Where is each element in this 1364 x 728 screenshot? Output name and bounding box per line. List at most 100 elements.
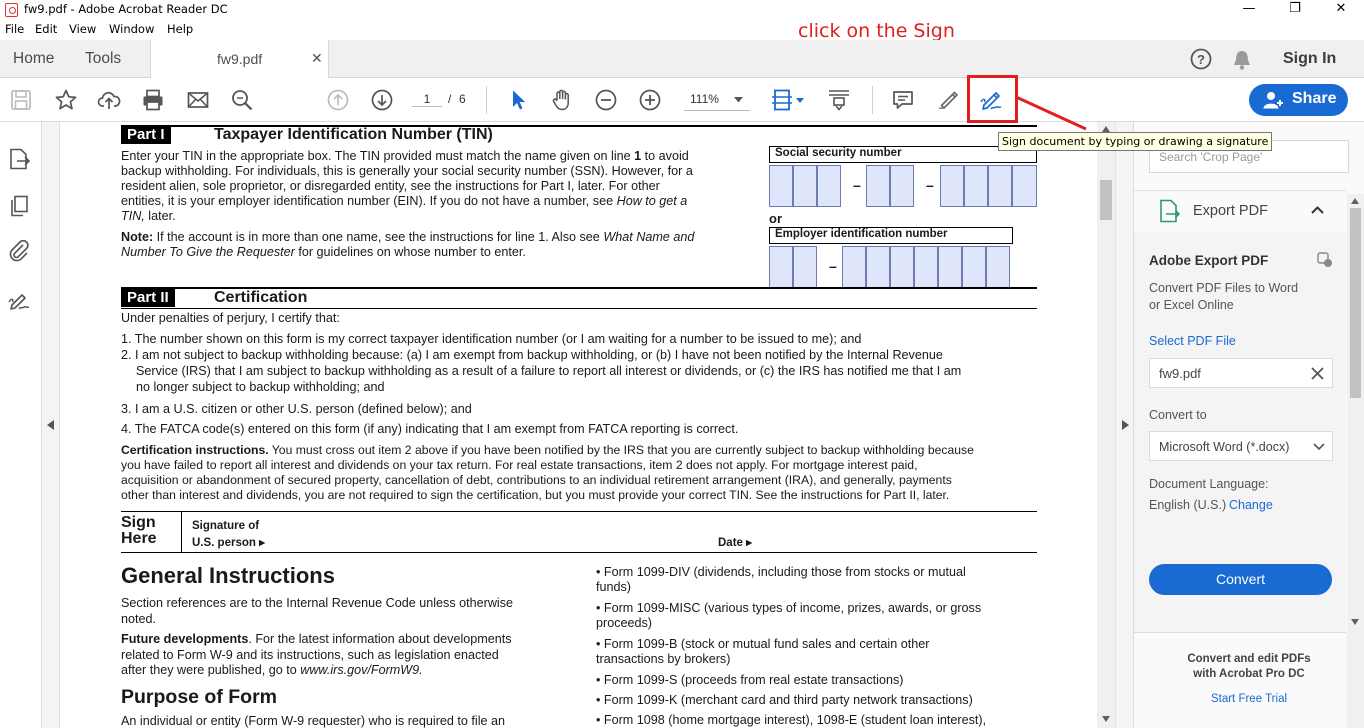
or-label: or [769, 211, 782, 226]
future-dev-line: related to Form W-9 and its instructions… [121, 648, 499, 662]
clear-file-icon[interactable] [1311, 367, 1324, 380]
ein-digit-field[interactable] [914, 246, 938, 288]
close-window-button[interactable]: ✕ [1318, 0, 1364, 20]
form-bullet: • Form 1099-S (proceeds from real estate… [596, 673, 904, 687]
sign-in-button[interactable]: Sign In [1283, 40, 1336, 78]
menu-file[interactable]: File [5, 22, 24, 36]
acrobat-app-icon [5, 3, 18, 17]
form-bullet-cont: transactions by brokers) [596, 652, 731, 666]
tab-document-label: fw9.pdf [217, 51, 263, 67]
panel-scroll-up-icon[interactable] [1351, 198, 1359, 204]
svg-text:?: ? [1197, 52, 1205, 67]
convert-button[interactable]: Convert [1149, 564, 1332, 595]
ein-digit-field[interactable] [938, 246, 962, 288]
bookmark-star-icon[interactable] [54, 88, 78, 112]
window-title-bar: fw9.pdf - Adobe Acrobat Reader DC — ❐ ✕ [0, 0, 1364, 20]
upload-cloud-icon[interactable] [97, 88, 121, 112]
menu-help[interactable]: Help [167, 22, 193, 36]
tab-close-icon[interactable]: ✕ [311, 50, 323, 67]
part2-tag: Part II [121, 289, 175, 307]
ein-digit-field[interactable] [793, 246, 817, 288]
ssn-digit-field[interactable] [1012, 165, 1037, 207]
help-icon[interactable]: ? [1190, 48, 1212, 70]
hand-tool-icon[interactable] [550, 88, 574, 112]
panel-scrollbar-thumb[interactable] [1350, 208, 1361, 398]
cert-instructions-line: other than interest and dividends, you a… [121, 488, 950, 502]
cert-item-3: 3. I am a U.S. citizen or other U.S. per… [121, 402, 472, 416]
page-number-input[interactable]: 1 [412, 92, 442, 107]
change-language-link[interactable]: Change [1229, 498, 1273, 512]
export-desc-line: or Excel Online [1149, 298, 1234, 312]
ssn-digit-field[interactable] [988, 165, 1012, 207]
zoom-out-icon[interactable] [594, 88, 618, 112]
notifications-bell-icon[interactable] [1232, 49, 1252, 71]
ein-digit-field[interactable] [866, 246, 890, 288]
page-thumbnails-icon[interactable] [7, 194, 31, 218]
promo-line: with Acrobat Pro DC [1193, 668, 1305, 680]
select-cursor-icon[interactable] [507, 88, 531, 112]
panel-scroll-down-icon[interactable] [1351, 619, 1359, 625]
scroll-down-icon[interactable] [1102, 716, 1110, 722]
signature-panel-icon[interactable] [7, 288, 31, 312]
doc-language-label: Document Language: [1149, 477, 1269, 491]
zoom-select[interactable]: 111% [684, 89, 750, 111]
menu-edit[interactable]: Edit [35, 22, 57, 36]
maximize-button[interactable]: ❐ [1272, 0, 1318, 20]
zoom-in-icon[interactable] [638, 88, 662, 112]
page-display-icon[interactable] [770, 88, 794, 112]
scrollbar-thumb[interactable] [1100, 180, 1112, 220]
ssn-digit-field[interactable] [964, 165, 988, 207]
tab-tools[interactable]: Tools [85, 40, 121, 78]
ein-digit-field[interactable] [986, 246, 1010, 288]
left-panel-collapse-bar[interactable] [42, 122, 60, 728]
right-panel-collapse-bar[interactable] [1115, 122, 1134, 728]
ein-digit-field[interactable] [962, 246, 986, 288]
attachments-paperclip-icon[interactable] [7, 239, 31, 263]
ein-digit-field[interactable] [890, 246, 914, 288]
select-pdf-file-link[interactable]: Select PDF File [1149, 334, 1236, 348]
scroll-mode-icon[interactable] [827, 88, 851, 112]
convert-format-select[interactable]: Microsoft Word (*.docx) [1149, 431, 1333, 461]
export-pdf-nav-icon[interactable] [7, 147, 31, 171]
section-ref-line: Section references are to the Internal R… [121, 596, 514, 610]
tools-side-panel: Search 'Crop Page' Export PDF Adobe Expo… [1134, 122, 1364, 728]
comment-icon[interactable] [891, 88, 915, 112]
tab-home[interactable]: Home [13, 40, 54, 78]
print-icon[interactable] [141, 88, 165, 112]
chevron-up-icon [1311, 206, 1324, 214]
email-icon[interactable] [186, 88, 210, 112]
page-separator: / [448, 92, 452, 106]
ssn-digit-field[interactable] [940, 165, 964, 207]
save-icon[interactable] [9, 88, 33, 112]
ssn-digit-field[interactable] [769, 165, 793, 207]
panel-scrollbar[interactable] [1347, 194, 1364, 728]
find-zoom-icon[interactable] [230, 88, 254, 112]
sign-divider [181, 512, 182, 553]
ssn-digit-field[interactable] [817, 165, 841, 207]
page-display-chevron-icon[interactable] [796, 98, 804, 103]
share-button[interactable]: Share [1249, 84, 1348, 116]
document-scrollbar[interactable] [1097, 122, 1115, 728]
left-navigation-rail [0, 122, 42, 728]
previous-page-icon[interactable] [326, 88, 350, 112]
next-page-icon[interactable] [370, 88, 394, 112]
ssn-digit-field[interactable] [793, 165, 817, 207]
menu-window[interactable]: Window [109, 22, 154, 36]
cert-item-1: 1. The number shown on this form is my c… [121, 332, 862, 346]
menu-view[interactable]: View [69, 22, 96, 36]
minimize-button[interactable]: — [1226, 0, 1272, 20]
export-pdf-section-header[interactable]: Export PDF [1134, 191, 1346, 231]
ssn-digit-field[interactable] [866, 165, 890, 207]
part1-text-line: backup withholding. For individuals, thi… [121, 164, 693, 178]
export-info-icon[interactable] [1317, 252, 1333, 268]
sign-tooltip: Sign document by typing or drawing a sig… [998, 132, 1273, 151]
ssn-digit-field[interactable] [890, 165, 914, 207]
export-pdf-icon [1160, 199, 1181, 223]
tab-document[interactable]: fw9.pdf ✕ [150, 40, 329, 79]
ein-digit-field[interactable] [842, 246, 866, 288]
ein-digit-field[interactable] [769, 246, 793, 288]
start-free-trial-link[interactable]: Start Free Trial [1134, 693, 1364, 705]
selected-file-field[interactable]: fw9.pdf [1149, 358, 1333, 388]
document-view[interactable]: Part I Taxpayer Identification Number (T… [60, 122, 1097, 728]
highlight-pen-icon[interactable] [935, 88, 959, 112]
